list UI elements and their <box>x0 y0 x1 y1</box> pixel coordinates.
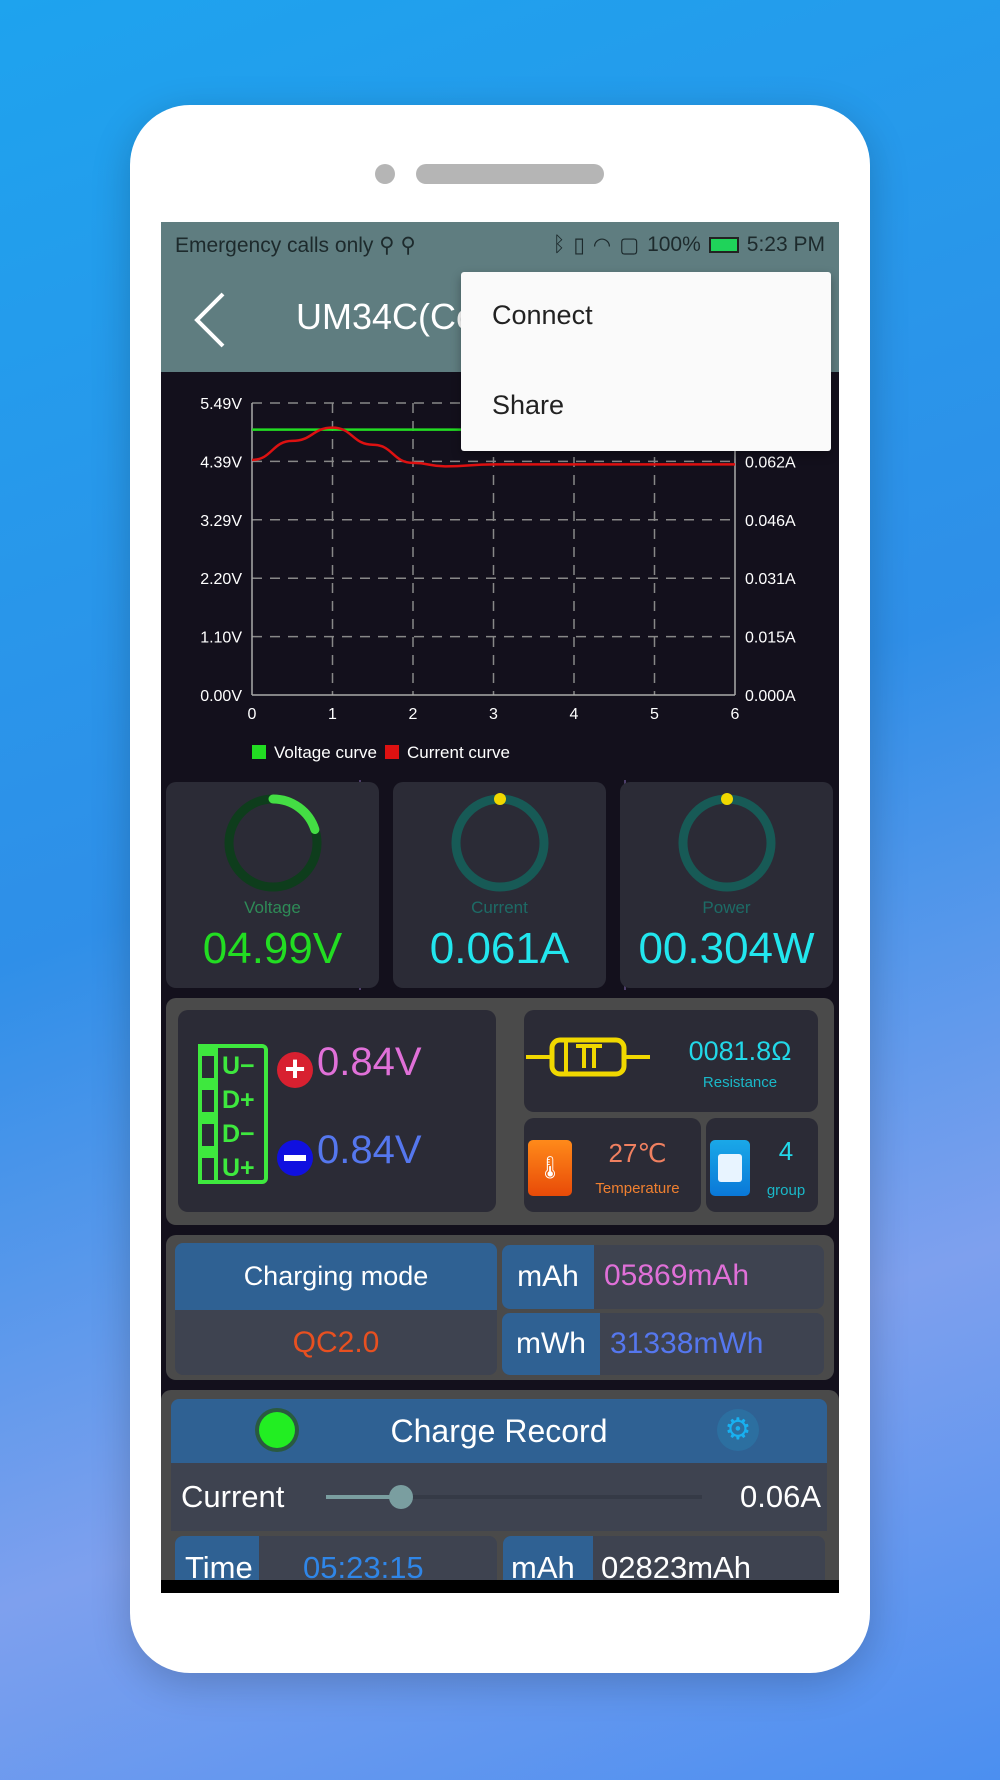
pin-label: U+ <box>222 1154 255 1182</box>
group-value: 4 <box>778 1136 794 1166</box>
charging-mode-label: Charging mode <box>175 1243 497 1310</box>
y2-tick-label: 0.062A <box>745 454 796 471</box>
gauge-ring <box>678 793 776 892</box>
current-threshold-row: Current 0.06A <box>171 1463 827 1531</box>
wifi-icon: ◠ <box>592 233 612 257</box>
pin-label: D+ <box>222 1086 255 1114</box>
gear-icon[interactable]: ⚙ <box>717 1409 759 1451</box>
charge-record-panel: Charge Record ⚙ Current 0.06A Time 05:23… <box>161 1390 839 1593</box>
gauge-card-current: Current 0.061A <box>393 782 606 988</box>
chevron-left-icon[interactable] <box>191 290 231 350</box>
resistor-icon <box>526 1037 650 1077</box>
y-tick-label: 3.29V <box>200 513 242 530</box>
group-label: group <box>766 1182 806 1199</box>
gauge-dot <box>721 793 733 805</box>
menu-item-share[interactable]: Share <box>492 390 564 421</box>
resistance-label: Resistance <box>702 1074 778 1091</box>
port-panel: U− D+ D− U+ + 0.84V 0.84V 0081.8Ω Resistanc… <box>166 998 834 1225</box>
gauge-label: Power <box>702 898 751 917</box>
camera-dot <box>375 164 395 184</box>
minus-icon <box>277 1140 313 1176</box>
menu-item-connect[interactable]: Connect <box>492 300 593 331</box>
charging-mode-value: QC2.0 <box>175 1310 497 1375</box>
battery-percent: 100% <box>647 233 701 256</box>
x-tick-label: 4 <box>570 706 579 723</box>
pin-slot <box>202 1124 214 1146</box>
gauge-value: 04.99V <box>202 924 343 973</box>
pin-slot <box>202 1090 214 1112</box>
x-tick-label: 2 <box>409 706 418 723</box>
sim-alert-icon: ▢ <box>619 233 640 257</box>
y-tick-label: 2.20V <box>200 571 242 588</box>
battery-charging-icon <box>708 237 739 253</box>
x-tick-label: 3 <box>489 706 498 723</box>
y-tick-label: 5.49V <box>200 396 242 413</box>
gauge-value: 0.061A <box>429 924 570 973</box>
mwh-value: 31338mWh <box>610 1327 764 1360</box>
y-tick-label: 4.39V <box>200 454 242 471</box>
gauge-value: 00.304W <box>638 924 815 973</box>
pin-slot <box>202 1056 214 1078</box>
legend-swatch <box>385 745 399 759</box>
group-card[interactable]: 4 group <box>706 1118 818 1212</box>
status-bar: Emergency calls only ⚲ ⚲ ᛒ ▯ ◠ ▢ 100% 5:… <box>161 222 839 268</box>
status-text: Emergency calls only <box>175 233 374 257</box>
energy-panel: Charging mode QC2.0 mAh 05869mAh mWh 313… <box>166 1235 834 1380</box>
plus-icon: + <box>277 1051 313 1088</box>
bluetooth-icon: ᛒ <box>552 233 566 256</box>
pin-label: D− <box>222 1120 255 1148</box>
y2-tick-label: 0.000A <box>745 688 796 705</box>
mwh-label: mWh <box>502 1313 600 1375</box>
usb-port-icon: U− D+ D− U+ <box>198 1044 268 1184</box>
temperature-card: 🌡 27℃ Temperature <box>524 1118 701 1212</box>
y2-tick-label: 0.015A <box>745 630 796 647</box>
charge-record-header: Charge Record ⚙ <box>171 1399 827 1463</box>
x-tick-label: 5 <box>650 706 659 723</box>
gauge-card-voltage: Voltage 04.99V <box>166 782 379 988</box>
x-tick-label: 0 <box>248 706 257 723</box>
legend-swatch <box>252 745 266 759</box>
mwh-row: mWh 31338mWh <box>502 1313 824 1375</box>
dminus-voltage: 0.84V <box>317 1128 422 1172</box>
slider-handle[interactable] <box>389 1485 414 1509</box>
dplus-voltage: 0.84V <box>317 1040 422 1084</box>
gauge-ring <box>451 793 549 892</box>
y2-tick-label: 0.031A <box>745 571 796 588</box>
gauge-label: Voltage <box>244 898 301 917</box>
page-title: UM34C(Co <box>296 296 477 337</box>
mah-row: mAh 05869mAh <box>502 1245 824 1309</box>
clock: 5:23 PM <box>746 233 825 256</box>
legend-label: Voltage curve <box>274 743 377 762</box>
gauge-ring <box>224 794 322 892</box>
pin-label: U− <box>222 1052 255 1080</box>
y-tick-label: 1.10V <box>200 630 242 647</box>
current-label: Current <box>181 1479 285 1514</box>
data-lines-card: U− D+ D− U+ + 0.84V 0.84V <box>178 1010 496 1212</box>
mah-label: mAh <box>502 1245 594 1309</box>
gauge-dot <box>494 793 506 805</box>
thermometer-icon: 🌡 <box>528 1140 572 1196</box>
nav-bar <box>161 1580 839 1593</box>
overflow-menu: Connect Share <box>461 272 831 451</box>
vibrate-icon: ▯ <box>573 233 585 257</box>
record-group-icon <box>710 1140 750 1196</box>
temperature-value: 27℃ <box>608 1138 667 1168</box>
y2-tick-label: 0.046A <box>745 513 796 530</box>
current-value: 0.06A <box>739 1479 821 1514</box>
resistance-value: 0081.8Ω <box>688 1036 792 1066</box>
resistance-card: 0081.8Ω Resistance <box>524 1010 818 1112</box>
y-tick-label: 0.00V <box>200 688 242 705</box>
app-screen: Emergency calls only ⚲ ⚲ ᛒ ▯ ◠ ▢ 100% 5:… <box>161 222 839 1593</box>
x-tick-label: 1 <box>328 706 337 723</box>
gauge-label: Current <box>471 898 528 917</box>
current-slider[interactable] <box>326 1485 702 1509</box>
mah-value: 05869mAh <box>604 1259 750 1292</box>
temperature-label: Temperature <box>595 1180 680 1197</box>
pin-slot <box>202 1158 214 1180</box>
x-tick-label: 6 <box>731 706 740 723</box>
usb-icon: ⚲ ⚲ <box>379 233 416 257</box>
legend-label: Current curve <box>407 743 510 762</box>
speaker-bar <box>416 164 604 184</box>
gauge-card-power: Power 00.304W <box>620 782 833 988</box>
